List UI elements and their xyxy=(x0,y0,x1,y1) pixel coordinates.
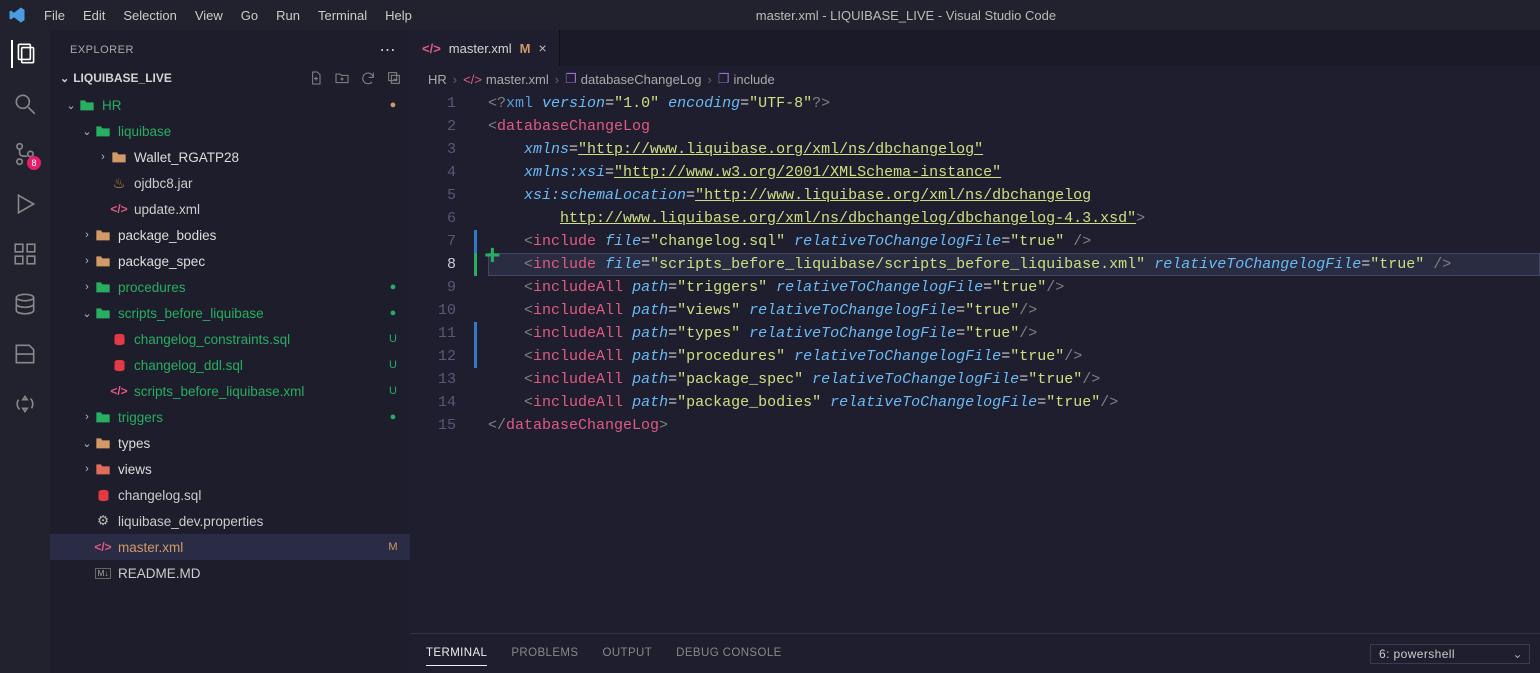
tree-row[interactable]: ⚙liquibase_dev.properties xyxy=(50,508,410,534)
menu-go[interactable]: Go xyxy=(233,4,266,27)
vscode-logo-icon xyxy=(8,6,26,24)
terminal-selector[interactable]: 6: powershell ⌄ xyxy=(1370,644,1530,664)
explorer-icon[interactable] xyxy=(11,40,39,68)
code-content[interactable]: <?xml version="1.0" encoding="UTF-8"?><d… xyxy=(488,92,1540,437)
panel-tabs: TERMINAL PROBLEMS OUTPUT DEBUG CONSOLE xyxy=(426,641,782,666)
added-line-icon: + xyxy=(484,246,501,269)
panel-tab-debug-console[interactable]: DEBUG CONSOLE xyxy=(676,641,782,666)
menu-terminal[interactable]: Terminal xyxy=(310,4,375,27)
window-title: master.xml - LIQUIBASE_LIVE - Visual Stu… xyxy=(420,8,1392,23)
menu-help[interactable]: Help xyxy=(377,4,420,27)
new-folder-icon[interactable] xyxy=(334,70,350,86)
tree-row[interactable]: ›views xyxy=(50,456,410,482)
tree-row[interactable]: </>scripts_before_liquibase.xmlU xyxy=(50,378,410,404)
chevron-down-icon: ⌄ xyxy=(1513,647,1523,661)
chevron-down-icon[interactable]: ⌄ xyxy=(60,72,69,85)
panel-tab-problems[interactable]: PROBLEMS xyxy=(511,641,578,666)
tree-row[interactable]: ›procedures● xyxy=(50,274,410,300)
tree-row[interactable]: M↓README.MD xyxy=(50,560,410,586)
tab-label: master.xml xyxy=(449,41,512,56)
editor-tabs: </> master.xml M × xyxy=(410,30,1540,66)
tree-row[interactable]: changelog_ddl.sqlU xyxy=(50,352,410,378)
settings-sync-icon[interactable] xyxy=(11,390,39,418)
menu-selection[interactable]: Selection xyxy=(115,4,184,27)
tree-row[interactable]: changelog.sql xyxy=(50,482,410,508)
explorer-title: EXPLORER xyxy=(70,44,134,56)
extensions-icon[interactable] xyxy=(11,240,39,268)
crumb-symbol-child[interactable]: ❐include xyxy=(718,71,775,87)
editor-area: </> master.xml M × HR › </>master.xml › … xyxy=(410,30,1540,673)
panel-tab-output[interactable]: OUTPUT xyxy=(602,641,652,666)
tree-row[interactable]: ⌄types xyxy=(50,430,410,456)
refresh-icon[interactable] xyxy=(360,70,376,86)
main-menu: File Edit Selection View Go Run Terminal… xyxy=(36,4,420,27)
xml-file-icon: </> xyxy=(422,41,441,56)
database-icon[interactable] xyxy=(11,290,39,318)
tab-modified-badge: M xyxy=(520,41,531,56)
tree-row[interactable]: ›Wallet_RGATP28 xyxy=(50,144,410,170)
menu-view[interactable]: View xyxy=(187,4,231,27)
tree-row[interactable]: </>master.xmlM xyxy=(50,534,410,560)
tree-row[interactable]: ›package_spec xyxy=(50,248,410,274)
tree-row[interactable]: ⌄HR● xyxy=(50,92,410,118)
line-number-gutter: 123456789101112131415 xyxy=(410,92,470,437)
menu-file[interactable]: File xyxy=(36,4,73,27)
bottom-panel: TERMINAL PROBLEMS OUTPUT DEBUG CONSOLE 6… xyxy=(410,633,1540,673)
breadcrumbs[interactable]: HR › </>master.xml › ❐databaseChangeLog … xyxy=(410,66,1540,92)
scm-badge: 8 xyxy=(27,156,41,170)
tree-row[interactable]: ›package_bodies xyxy=(50,222,410,248)
activity-bar: 8 xyxy=(0,30,50,673)
tree-row[interactable]: ♨ojdbc8.jar xyxy=(50,170,410,196)
tree-row[interactable]: ›triggers● xyxy=(50,404,410,430)
close-icon[interactable]: × xyxy=(538,40,546,56)
code-editor[interactable]: 123456789101112131415 + <?xml version="1… xyxy=(410,92,1540,633)
new-file-icon[interactable] xyxy=(308,70,324,86)
tree-row[interactable]: changelog_constraints.sqlU xyxy=(50,326,410,352)
menu-edit[interactable]: Edit xyxy=(75,4,113,27)
explorer-more-icon[interactable]: ⋯ xyxy=(380,40,397,60)
crumb-file[interactable]: </>master.xml xyxy=(463,72,549,87)
crumb-folder[interactable]: HR xyxy=(428,72,447,87)
run-debug-icon[interactable] xyxy=(11,190,39,218)
tree-row[interactable]: </>update.xml xyxy=(50,196,410,222)
file-tree: ⌄HR●⌄liquibase›Wallet_RGATP28♨ojdbc8.jar… xyxy=(50,90,410,673)
search-icon[interactable] xyxy=(11,90,39,118)
tab-master-xml[interactable]: </> master.xml M × xyxy=(410,30,560,66)
menu-run[interactable]: Run xyxy=(268,4,308,27)
tree-row[interactable]: ⌄scripts_before_liquibase● xyxy=(50,300,410,326)
tree-row[interactable]: ⌄liquibase xyxy=(50,118,410,144)
collapse-all-icon[interactable] xyxy=(386,70,402,86)
remote-explorer-icon[interactable] xyxy=(11,340,39,368)
terminal-selector-label: 6: powershell xyxy=(1379,647,1455,661)
panel-tab-terminal[interactable]: TERMINAL xyxy=(426,641,487,666)
title-bar: File Edit Selection View Go Run Terminal… xyxy=(0,0,1540,30)
crumb-symbol-root[interactable]: ❐databaseChangeLog xyxy=(565,71,701,87)
source-control-icon[interactable]: 8 xyxy=(11,140,39,168)
explorer-sidebar: EXPLORER ⋯ ⌄ LIQUIBASE_LIVE ⌄HR●⌄liquiba… xyxy=(50,30,410,673)
workspace-name: LIQUIBASE_LIVE xyxy=(73,71,172,85)
